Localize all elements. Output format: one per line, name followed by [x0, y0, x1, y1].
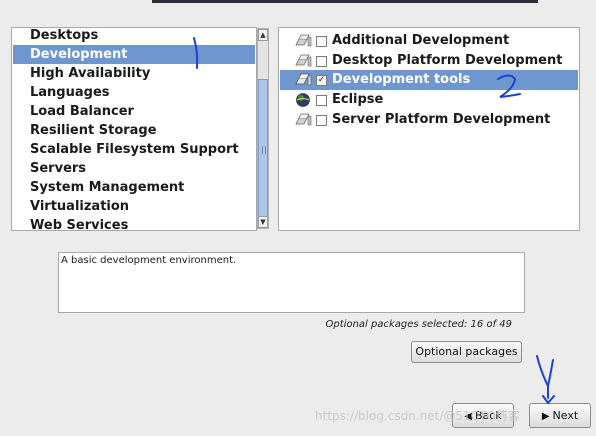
package-row-eclipse[interactable]: Eclipse: [280, 90, 578, 110]
next-label: Next: [552, 409, 579, 422]
eclipse-icon: [296, 93, 310, 107]
next-arrow-icon: ▶: [541, 411, 550, 422]
package-group-list[interactable]: Desktops Development High Availability L…: [11, 27, 257, 231]
package-label: Development tools: [332, 72, 471, 87]
group-item-desktops[interactable]: Desktops: [13, 28, 255, 45]
group-item-scalable-filesystem[interactable]: Scalable Filesystem Support: [13, 140, 255, 159]
back-button[interactable]: ◀ Back: [452, 403, 514, 428]
package-label: Desktop Platform Development: [332, 53, 563, 68]
next-button[interactable]: ▶ Next: [529, 403, 591, 428]
optional-packages-count: Optional packages selected: 16 of 49: [325, 319, 512, 330]
scroll-down-arrow-icon[interactable]: ▼: [258, 216, 268, 228]
package-icon: [295, 34, 312, 47]
package-label: Additional Development: [332, 33, 510, 48]
package-list[interactable]: Additional Development Desktop Platform …: [278, 27, 580, 231]
group-item-languages[interactable]: Languages: [13, 83, 255, 102]
checkbox[interactable]: [316, 36, 327, 47]
group-item-load-balancer[interactable]: Load Balancer: [13, 102, 255, 121]
group-item-servers[interactable]: Servers: [13, 159, 255, 178]
package-label: Server Platform Development: [332, 112, 551, 127]
package-icon: [295, 73, 312, 86]
checkbox[interactable]: [316, 115, 327, 126]
group-list-scrollbar[interactable]: ▲ ▼: [257, 28, 269, 229]
back-arrow-icon: ◀: [464, 411, 472, 422]
description-text: A basic development environment.: [61, 255, 237, 266]
group-item-development[interactable]: Development: [13, 45, 255, 64]
group-item-high-availability[interactable]: High Availability: [13, 64, 255, 83]
window-top-edge: [152, 0, 538, 3]
group-item-resilient-storage[interactable]: Resilient Storage: [13, 121, 255, 140]
back-label: Back: [474, 409, 502, 422]
optional-packages-button[interactable]: Optional packages: [411, 341, 522, 363]
package-icon: [295, 113, 312, 126]
checkbox[interactable]: [316, 95, 327, 106]
checkbox[interactable]: [316, 56, 327, 67]
description-box: A basic development environment.: [58, 252, 525, 313]
checkbox[interactable]: ✓: [316, 75, 327, 86]
package-icon: [295, 54, 312, 67]
package-row-development-tools[interactable]: ✓ Development tools: [280, 70, 578, 90]
group-item-web-services[interactable]: Web Services: [13, 216, 255, 230]
group-item-system-management[interactable]: System Management: [13, 178, 255, 197]
package-label: Eclipse: [332, 92, 384, 107]
scroll-thumb[interactable]: [258, 79, 268, 221]
package-row-server-platform-development[interactable]: Server Platform Development: [280, 110, 578, 130]
group-item-virtualization[interactable]: Virtualization: [13, 197, 255, 216]
annotation-arrow: [536, 355, 555, 405]
grip-icon: [262, 146, 266, 154]
package-row-additional-development[interactable]: Additional Development: [280, 31, 578, 51]
package-row-desktop-platform-development[interactable]: Desktop Platform Development: [280, 51, 578, 71]
optional-packages-label: Optional packages: [415, 345, 518, 358]
scroll-up-arrow-icon[interactable]: ▲: [258, 29, 268, 41]
